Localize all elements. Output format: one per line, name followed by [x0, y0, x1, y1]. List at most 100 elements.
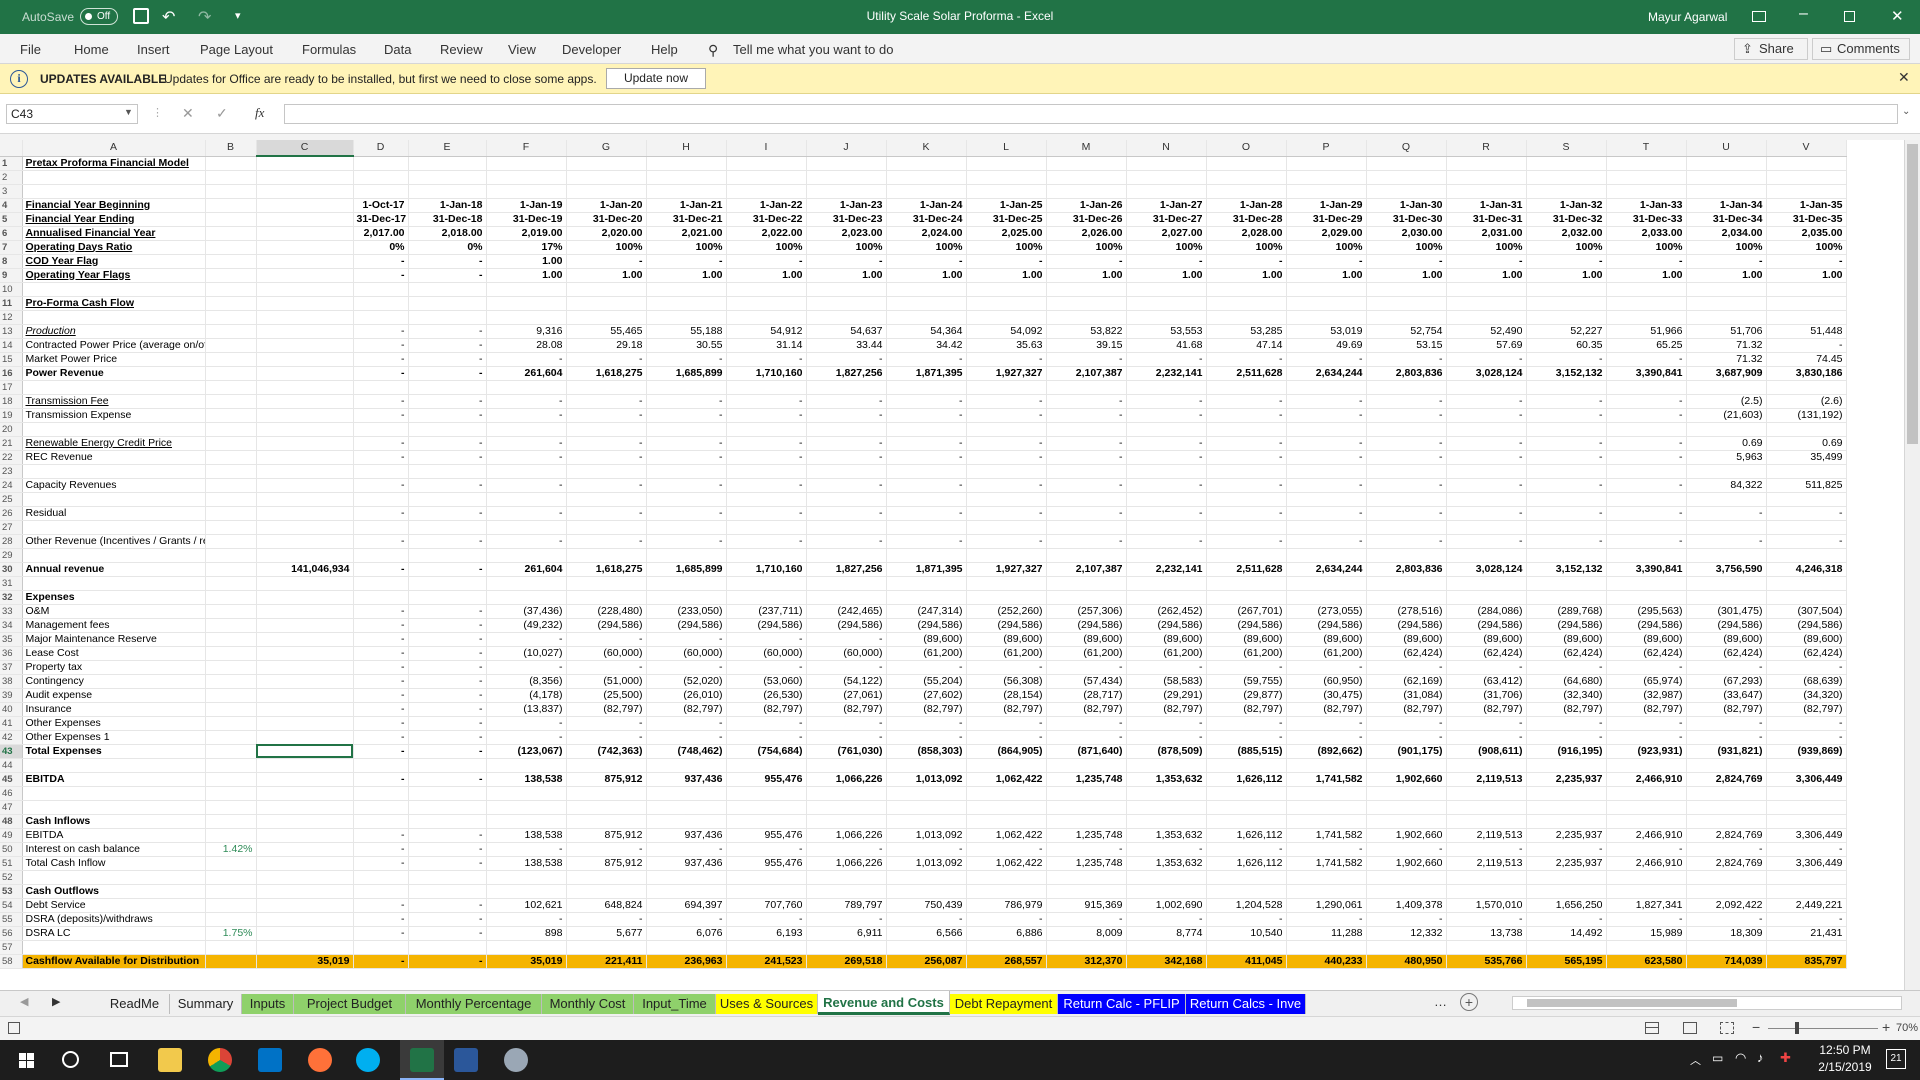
cell[interactable]: - [726, 506, 807, 521]
cell[interactable] [1446, 520, 1527, 535]
cell[interactable]: 2,028.00 [1206, 226, 1287, 241]
cell[interactable] [1766, 548, 1847, 563]
cell[interactable]: 4,246,318 [1766, 562, 1847, 577]
cell[interactable] [1446, 870, 1527, 885]
cell[interactable]: - [566, 408, 647, 423]
cell[interactable]: (56,308) [966, 674, 1047, 689]
cell[interactable]: 648,824 [566, 898, 647, 913]
cell[interactable] [886, 310, 967, 325]
cell[interactable]: 2,033.00 [1606, 226, 1687, 241]
cell[interactable]: - [726, 436, 807, 451]
cell[interactable]: 2,634,244 [1286, 562, 1367, 577]
cell[interactable]: 2,511,628 [1206, 562, 1287, 577]
cell[interactable]: (89,600) [886, 632, 967, 647]
cell[interactable] [353, 170, 409, 185]
cell[interactable] [726, 940, 807, 955]
cell[interactable]: 1,827,256 [806, 366, 887, 381]
save-icon[interactable] [133, 8, 149, 24]
cell[interactable]: - [1606, 408, 1687, 423]
column-header[interactable]: R [1446, 140, 1527, 157]
name-box-dropdown-icon[interactable]: ▼ [124, 107, 133, 117]
cell[interactable]: (82,797) [726, 702, 807, 717]
cell[interactable]: 1,827,341 [1606, 898, 1687, 913]
cell[interactable] [806, 492, 887, 507]
cell[interactable] [1286, 156, 1367, 171]
cell[interactable]: 31-Dec-27 [1126, 212, 1207, 227]
cell[interactable]: - [806, 352, 887, 367]
cell[interactable]: 15,989 [1606, 926, 1687, 941]
cell[interactable] [1366, 590, 1447, 605]
cell[interactable] [1686, 758, 1767, 773]
cell[interactable] [1286, 380, 1367, 395]
cell[interactable] [726, 170, 807, 185]
row-header[interactable]: 10 [0, 282, 23, 297]
cell[interactable]: 2,235,937 [1526, 828, 1607, 843]
cell[interactable] [353, 814, 409, 829]
cell[interactable]: 1,235,748 [1046, 828, 1127, 843]
cell[interactable]: - [566, 912, 647, 927]
cell[interactable]: (62,424) [1766, 646, 1847, 661]
cell[interactable] [1446, 814, 1527, 829]
cell[interactable] [256, 324, 354, 339]
cell[interactable] [966, 310, 1047, 325]
column-header[interactable]: C [256, 140, 354, 157]
cell[interactable]: - [1366, 506, 1447, 521]
cell[interactable]: (82,797) [806, 702, 887, 717]
cell[interactable] [1286, 184, 1367, 199]
cell[interactable] [486, 758, 567, 773]
cell[interactable] [1446, 184, 1527, 199]
cell[interactable]: 2,466,910 [1606, 856, 1687, 871]
row-header[interactable]: 28 [0, 534, 23, 549]
cell[interactable] [486, 156, 567, 171]
cell[interactable]: - [353, 268, 409, 283]
cell[interactable]: 2,034.00 [1686, 226, 1767, 241]
cell[interactable] [1526, 282, 1607, 297]
cell[interactable] [1286, 870, 1367, 885]
cell[interactable]: 1.00 [646, 268, 727, 283]
cell[interactable] [1206, 380, 1287, 395]
cell[interactable] [486, 786, 567, 801]
cancel-entry-icon[interactable]: ✕ [182, 105, 194, 122]
cell[interactable]: - [1446, 842, 1527, 857]
cell[interactable] [205, 254, 257, 269]
cell[interactable] [1046, 576, 1127, 591]
cell[interactable] [256, 800, 354, 815]
cell[interactable] [1286, 520, 1367, 535]
cell[interactable]: - [1526, 478, 1607, 493]
cell[interactable]: (32,340) [1526, 688, 1607, 703]
cell[interactable]: 1.00 [806, 268, 887, 283]
cell[interactable] [1126, 310, 1207, 325]
cell[interactable]: 2,035.00 [1766, 226, 1847, 241]
cell[interactable]: - [408, 688, 487, 703]
cell[interactable]: 8,774 [1126, 926, 1207, 941]
cell[interactable] [205, 198, 257, 213]
cell[interactable]: (307,504) [1766, 604, 1847, 619]
cell[interactable]: (82,797) [1046, 702, 1127, 717]
cell[interactable] [1686, 800, 1767, 815]
cell[interactable]: 750,439 [886, 898, 967, 913]
cell[interactable]: 74.45 [1766, 352, 1847, 367]
ribbon-display-icon[interactable] [1752, 11, 1766, 22]
cell[interactable]: 1,066,226 [806, 828, 887, 843]
sheet-tab[interactable]: Project Budget [294, 994, 406, 1014]
cell[interactable] [726, 814, 807, 829]
cell[interactable]: (878,509) [1126, 744, 1207, 759]
cell[interactable]: - [408, 352, 487, 367]
cell[interactable]: 1,002,690 [1126, 898, 1207, 913]
cell[interactable]: - [1526, 534, 1607, 549]
cell[interactable] [1766, 310, 1847, 325]
cell[interactable] [1286, 422, 1367, 437]
cell[interactable] [256, 772, 354, 787]
column-header[interactable]: K [886, 140, 967, 157]
row-header[interactable]: 38 [0, 674, 23, 689]
cell[interactable]: (82,797) [646, 702, 727, 717]
cell[interactable]: 955,476 [726, 828, 807, 843]
cell[interactable]: (294,586) [1366, 618, 1447, 633]
cell[interactable]: - [566, 730, 647, 745]
cell[interactable]: Operating Year Flags [22, 268, 206, 283]
cell[interactable] [1366, 548, 1447, 563]
cell[interactable]: Transmission Expense [22, 408, 206, 423]
cell[interactable] [1526, 464, 1607, 479]
cell[interactable]: 2,018.00 [408, 226, 487, 241]
cell[interactable]: 875,912 [566, 856, 647, 871]
